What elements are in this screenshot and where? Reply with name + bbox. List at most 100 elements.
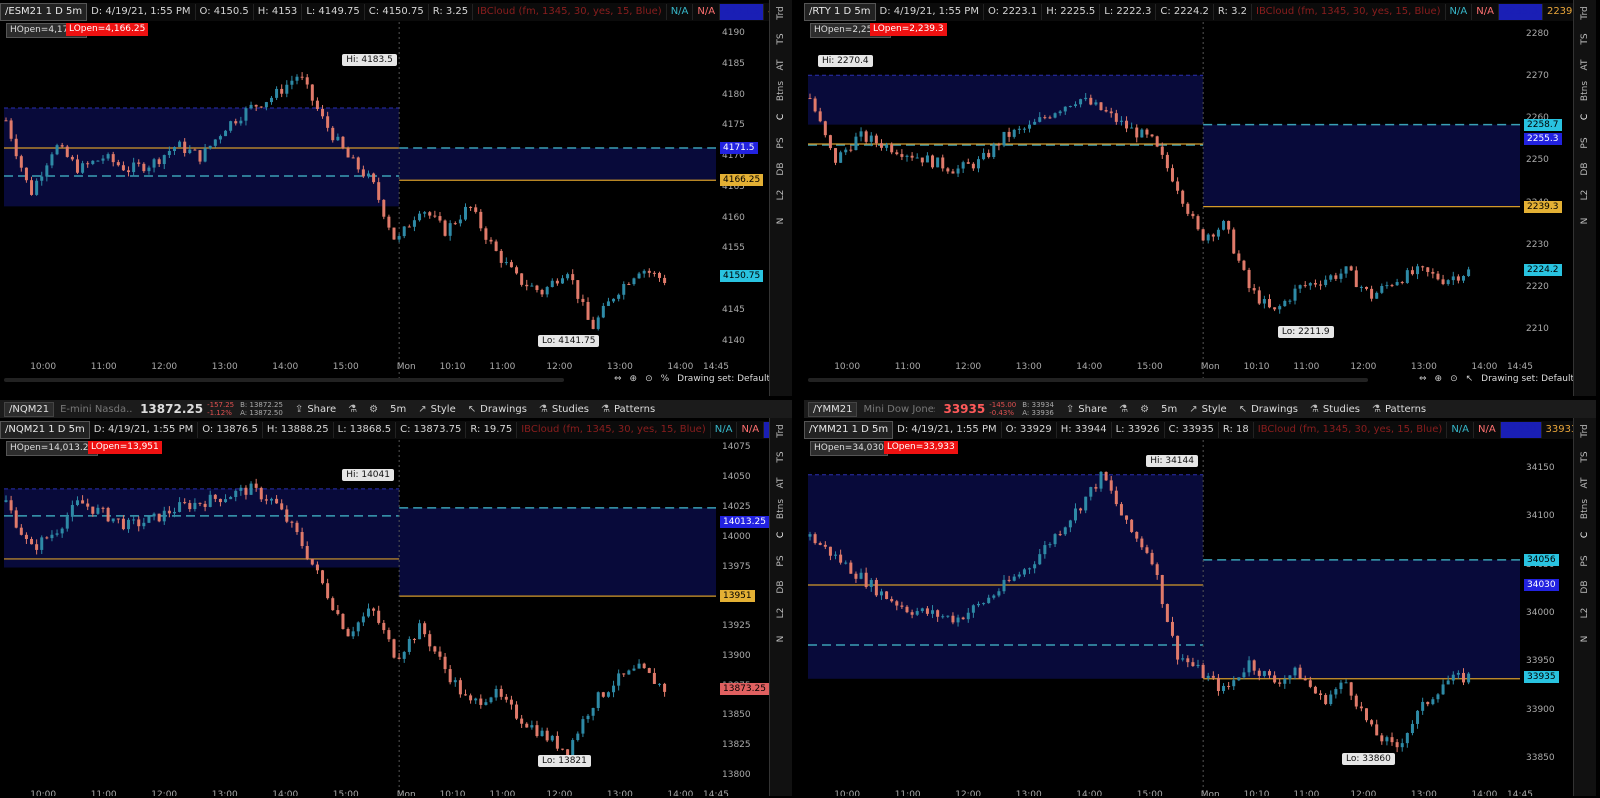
symbol-selector[interactable]: /YMM21: [808, 401, 858, 417]
side-tab-ts[interactable]: TS: [776, 446, 786, 468]
price-axis[interactable]: 1407514050140251400013975139501392513900…: [718, 440, 770, 788]
candle: [1364, 286, 1368, 291]
side-tab-l2[interactable]: L2: [1580, 602, 1590, 624]
crosshair-icon[interactable]: ⊕: [1435, 374, 1443, 384]
side-tab-ps[interactable]: PS: [1580, 132, 1590, 154]
candle: [1467, 266, 1471, 277]
candle: [1237, 677, 1241, 682]
side-tab-n[interactable]: N: [776, 210, 786, 232]
crosshair-icon[interactable]: ⊕: [630, 374, 638, 384]
percent-icon[interactable]: %: [661, 374, 670, 384]
candle: [1390, 732, 1394, 746]
cursor-icon[interactable]: ↖: [1466, 374, 1474, 384]
side-tab-n[interactable]: N: [1580, 210, 1590, 232]
candle: [1441, 679, 1445, 695]
side-tab-c[interactable]: C: [1580, 106, 1590, 128]
pan-icon[interactable]: ⇔: [1419, 374, 1427, 384]
side-tab-ps[interactable]: PS: [776, 132, 786, 154]
pan-icon[interactable]: ⇔: [614, 374, 622, 384]
side-tab-c[interactable]: C: [776, 524, 786, 546]
share-button[interactable]: ⇪ Share: [1066, 404, 1107, 415]
side-tab-btns[interactable]: Btns: [1580, 498, 1590, 520]
time-axis[interactable]: 10:00 11:00 12:00 13:00 14:00 15:00 Mon 10:10 11…: [0, 362, 729, 374]
side-tab-l2[interactable]: L2: [776, 602, 786, 624]
price-chart[interactable]: [4, 440, 716, 796]
candle: [560, 275, 564, 284]
flask-button[interactable]: ⚗: [1119, 404, 1128, 415]
side-tab-n[interactable]: N: [776, 628, 786, 650]
candle: [1329, 690, 1333, 706]
side-tab-trd[interactable]: Trd: [776, 2, 786, 24]
style-button[interactable]: ↗ Style: [418, 404, 456, 415]
price-chart[interactable]: [4, 22, 716, 380]
side-tab-l2[interactable]: L2: [776, 184, 786, 206]
drawings-button[interactable]: ↖ Drawings: [1239, 404, 1298, 415]
chart-symbol-label[interactable]: /ESM21 1 D 5m: [0, 3, 88, 21]
side-tab-n[interactable]: N: [1580, 628, 1590, 650]
patterns-button[interactable]: ⚗ Patterns: [1372, 404, 1426, 415]
drawings-button[interactable]: ↖ Drawings: [468, 404, 527, 415]
zoom-icon[interactable]: ⊙: [1450, 374, 1458, 384]
side-tab-trd[interactable]: Trd: [1580, 2, 1590, 24]
share-button[interactable]: ⇪ Share: [295, 404, 336, 415]
candle: [591, 707, 595, 721]
side-tab-ps[interactable]: PS: [776, 550, 786, 572]
flask-button[interactable]: ⚗: [348, 404, 357, 415]
side-tab-btns[interactable]: Btns: [1580, 80, 1590, 102]
price-chart[interactable]: [808, 22, 1520, 380]
horizontal-scrollbar[interactable]: [808, 378, 1368, 382]
time-axis[interactable]: 10:00 11:00 12:00 13:00 14:00 15:00 Mon 10:10 11…: [804, 790, 1533, 796]
side-tab-db[interactable]: DB: [776, 158, 786, 180]
side-tab-ps[interactable]: PS: [1580, 550, 1590, 572]
side-tab-db[interactable]: DB: [776, 576, 786, 598]
price-tick: 34000: [1526, 608, 1555, 618]
side-tab-trd[interactable]: Trd: [776, 420, 786, 442]
side-tab-at[interactable]: AT: [776, 54, 786, 76]
studies-button-label: Studies: [1322, 403, 1360, 415]
candle: [1319, 280, 1323, 290]
price-chart[interactable]: [808, 440, 1520, 796]
time-axis[interactable]: 10:00 11:00 12:00 13:00 14:00 15:00 Mon 10:10 11…: [804, 362, 1533, 374]
price-tick: 2210: [1526, 324, 1549, 335]
candle: [346, 627, 350, 637]
side-tab-at[interactable]: AT: [1580, 54, 1590, 76]
studies-button[interactable]: ⚗ Studies: [1310, 404, 1360, 415]
chart-symbol-label[interactable]: /RTY 1 D 5m: [804, 3, 876, 21]
candle: [1165, 152, 1169, 172]
side-tab-btns[interactable]: Btns: [776, 80, 786, 102]
price-axis[interactable]: 3415034100340503400033950339003385034056…: [1522, 440, 1574, 788]
chart-symbol-label[interactable]: /NQM21 1 D 5m: [0, 421, 90, 439]
patterns-button[interactable]: ⚗ Patterns: [601, 404, 655, 415]
style-button[interactable]: ↗ Style: [1189, 404, 1227, 415]
studies-button[interactable]: ⚗ Studies: [539, 404, 589, 415]
time-tick: 13:00: [211, 362, 238, 372]
drawing-set-label[interactable]: Drawing set: Default: [677, 374, 770, 384]
candle: [453, 677, 457, 687]
horizontal-scrollbar[interactable]: [4, 378, 564, 382]
side-tab-db[interactable]: DB: [1580, 576, 1590, 598]
side-tab-c[interactable]: C: [1580, 524, 1590, 546]
side-tab-ts[interactable]: TS: [776, 28, 786, 50]
price-axis[interactable]: 4190418541804175417041654160415541504145…: [718, 22, 770, 360]
side-tab-c[interactable]: C: [776, 106, 786, 128]
settings-button[interactable]: ⚙: [369, 404, 378, 415]
settings-button[interactable]: ⚙: [1140, 404, 1149, 415]
price-axis[interactable]: 228022702260225022402230222022102258.722…: [1522, 22, 1574, 360]
side-tab-bar: Trd TS AT Btns C PS DB L2 N: [1573, 418, 1596, 796]
side-tab-ts[interactable]: TS: [1580, 446, 1590, 468]
side-tab-ts[interactable]: TS: [1580, 28, 1590, 50]
chart-symbol-label[interactable]: /YMM21 1 D 5m: [804, 421, 894, 439]
zoom-icon[interactable]: ⊙: [645, 374, 653, 384]
symbol-selector[interactable]: /NQM21: [4, 401, 55, 417]
timeframe-button[interactable]: 5m: [1161, 404, 1177, 415]
side-tab-trd[interactable]: Trd: [1580, 420, 1590, 442]
side-tab-l2[interactable]: L2: [1580, 184, 1590, 206]
side-tab-at[interactable]: AT: [776, 472, 786, 494]
side-tab-at[interactable]: AT: [1580, 472, 1590, 494]
side-tab-btns[interactable]: Btns: [776, 498, 786, 520]
timeframe-button[interactable]: 5m: [390, 404, 406, 415]
time-axis[interactable]: 10:00 11:00 12:00 13:00 14:00 15:00 Mon 10:10 11…: [0, 790, 729, 796]
side-tab-db[interactable]: DB: [1580, 158, 1590, 180]
time-tick: 13:00: [606, 790, 633, 796]
drawing-set-label[interactable]: Drawing set: Default: [1481, 374, 1574, 384]
